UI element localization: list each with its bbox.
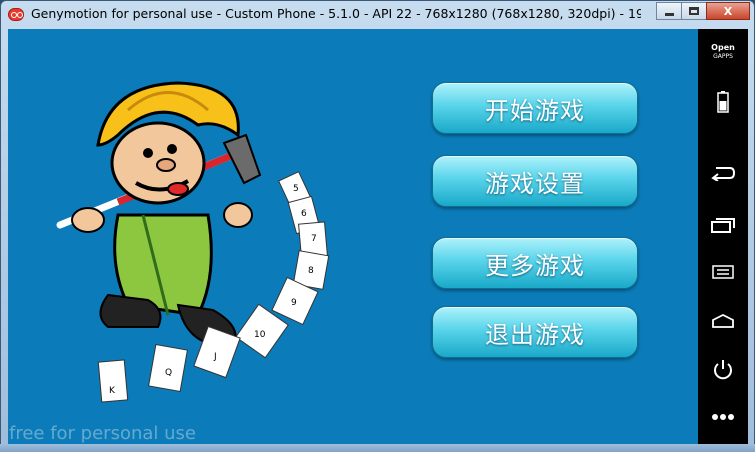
- title-bar[interactable]: Genymotion for personal use - Custom Pho…: [1, 1, 754, 29]
- maximize-icon: [689, 7, 699, 15]
- svg-text:8: 8: [308, 266, 314, 276]
- svg-text:9: 9: [291, 298, 297, 308]
- card-j: [193, 325, 241, 379]
- power-icon[interactable]: [698, 359, 748, 381]
- back-icon[interactable]: [698, 165, 748, 181]
- maximize-button[interactable]: [681, 2, 707, 20]
- start-game-button[interactable]: 开始游戏: [432, 82, 638, 134]
- minimize-button[interactable]: [656, 2, 682, 20]
- exit-game-button[interactable]: 退出游戏: [432, 306, 638, 358]
- gapps-label-gapps: GAPPS: [713, 53, 733, 60]
- svg-text:5: 5: [293, 184, 299, 194]
- more-icon[interactable]: [698, 413, 748, 421]
- window-controls: X: [656, 2, 750, 20]
- game-screen: 5 6 7 8 9 10 J Q K 开始游戏 游戏设置 更多游戏 退出游戏 f…: [8, 29, 698, 444]
- menu-icon[interactable]: [698, 265, 748, 279]
- close-button[interactable]: X: [706, 2, 750, 20]
- svg-text:J: J: [213, 352, 217, 362]
- minimize-icon: [664, 12, 674, 16]
- personal-use-watermark: free for personal use: [9, 423, 196, 444]
- home-icon[interactable]: [698, 314, 748, 328]
- svg-text:Q: Q: [165, 368, 172, 378]
- gapps-label-open: Open: [711, 43, 735, 52]
- window-bottom-border: [0, 444, 755, 452]
- genymotion-logo-icon: [8, 8, 24, 21]
- recent-apps-icon[interactable]: [698, 217, 748, 233]
- emulator-sidebar: Open GAPPS: [698, 29, 748, 444]
- svg-text:10: 10: [254, 330, 266, 340]
- svg-text:6: 6: [301, 209, 307, 219]
- game-settings-button[interactable]: 游戏设置: [432, 155, 638, 207]
- playing-cards-arc: 5 6 7 8 9 10 J Q K: [97, 171, 330, 403]
- more-games-button[interactable]: 更多游戏: [432, 237, 638, 289]
- battery-icon: [698, 91, 748, 113]
- gapps-icon[interactable]: Open GAPPS: [698, 43, 748, 61]
- window-title: Genymotion for personal use - Custom Pho…: [31, 6, 641, 21]
- svg-text:7: 7: [311, 234, 317, 244]
